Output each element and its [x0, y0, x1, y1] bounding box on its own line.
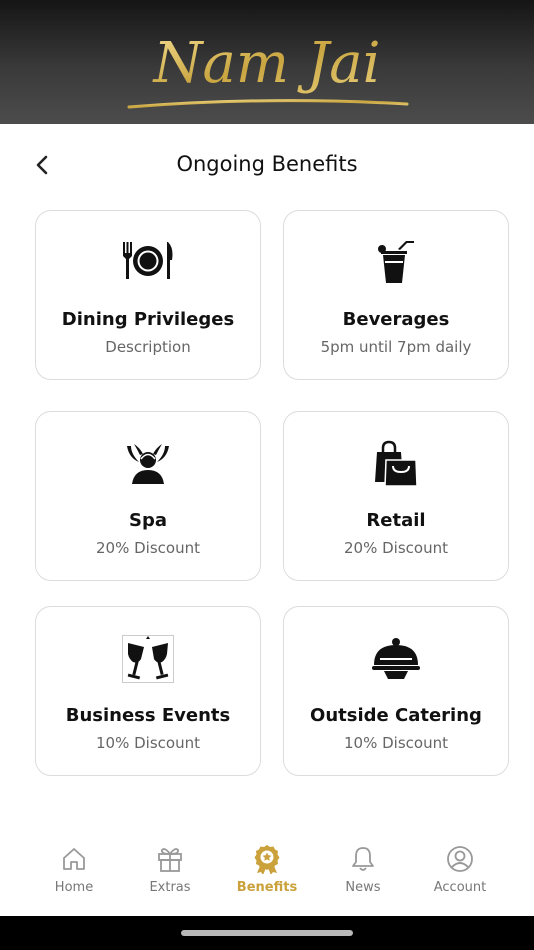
page-title: Ongoing Benefits	[176, 152, 358, 176]
benefit-name: Dining Privileges	[61, 309, 235, 330]
tab-label: Home	[54, 880, 94, 895]
benefit-detail: Description	[105, 338, 191, 356]
benefit-detail: 20% Discount	[96, 539, 200, 557]
system-home-bar	[0, 916, 534, 950]
benefit-card-beverages[interactable]: Beverages 5pm until 7pm daily	[283, 210, 509, 380]
benefit-detail: 10% Discount	[96, 734, 200, 752]
benefit-card-business-events[interactable]: Business Events 10% Discount	[35, 606, 261, 776]
food-cloche-icon	[284, 635, 508, 683]
spa-icon	[36, 440, 260, 488]
benefit-name: Business Events	[65, 705, 231, 726]
gift-icon	[158, 848, 182, 872]
app-header: Nam Jai	[0, 0, 534, 124]
champagne-glasses-icon	[36, 635, 260, 683]
nam-jai-logo-icon: Nam Jai	[127, 31, 409, 109]
tab-label: Benefits	[236, 880, 298, 895]
bottom-tab-bar: Home Extras Benefits News Account	[0, 830, 534, 916]
home-indicator[interactable]	[181, 930, 353, 936]
benefit-name: Retail	[366, 510, 426, 531]
benefit-detail: 20% Discount	[344, 539, 448, 557]
shopping-bag-icon	[284, 440, 508, 488]
tab-label: Account	[433, 880, 487, 895]
benefit-name: Beverages	[342, 309, 450, 330]
brand-logo: Nam Jai	[0, 20, 534, 120]
logo-text: Nam Jai	[151, 31, 380, 96]
tab-account[interactable]: Account	[412, 842, 508, 895]
benefit-card-dining[interactable]: Dining Privileges Description	[35, 210, 261, 380]
drink-cup-icon	[284, 239, 508, 287]
benefit-name: Outside Catering	[310, 705, 482, 726]
home-icon	[63, 848, 85, 870]
benefit-card-spa[interactable]: Spa 20% Discount	[35, 411, 261, 581]
tab-benefits[interactable]: Benefits	[219, 842, 315, 895]
tab-home[interactable]: Home	[26, 842, 122, 895]
benefit-name: Spa	[129, 510, 167, 531]
tab-label: News	[345, 880, 381, 895]
plate-cutlery-icon	[36, 239, 260, 287]
tab-label: Extras	[149, 880, 191, 895]
benefit-card-outside-catering[interactable]: Outside Catering 10% Discount	[283, 606, 509, 776]
benefit-detail: 5pm until 7pm daily	[320, 338, 472, 356]
tab-news[interactable]: News	[315, 842, 411, 895]
user-circle-icon	[447, 846, 473, 872]
title-bar: Ongoing Benefits	[0, 145, 534, 185]
benefit-detail: 10% Discount	[344, 734, 448, 752]
badge-icon	[254, 845, 280, 874]
benefit-card-retail[interactable]: Retail 20% Discount	[283, 411, 509, 581]
bell-icon	[352, 847, 374, 871]
tab-extras[interactable]: Extras	[122, 842, 218, 895]
